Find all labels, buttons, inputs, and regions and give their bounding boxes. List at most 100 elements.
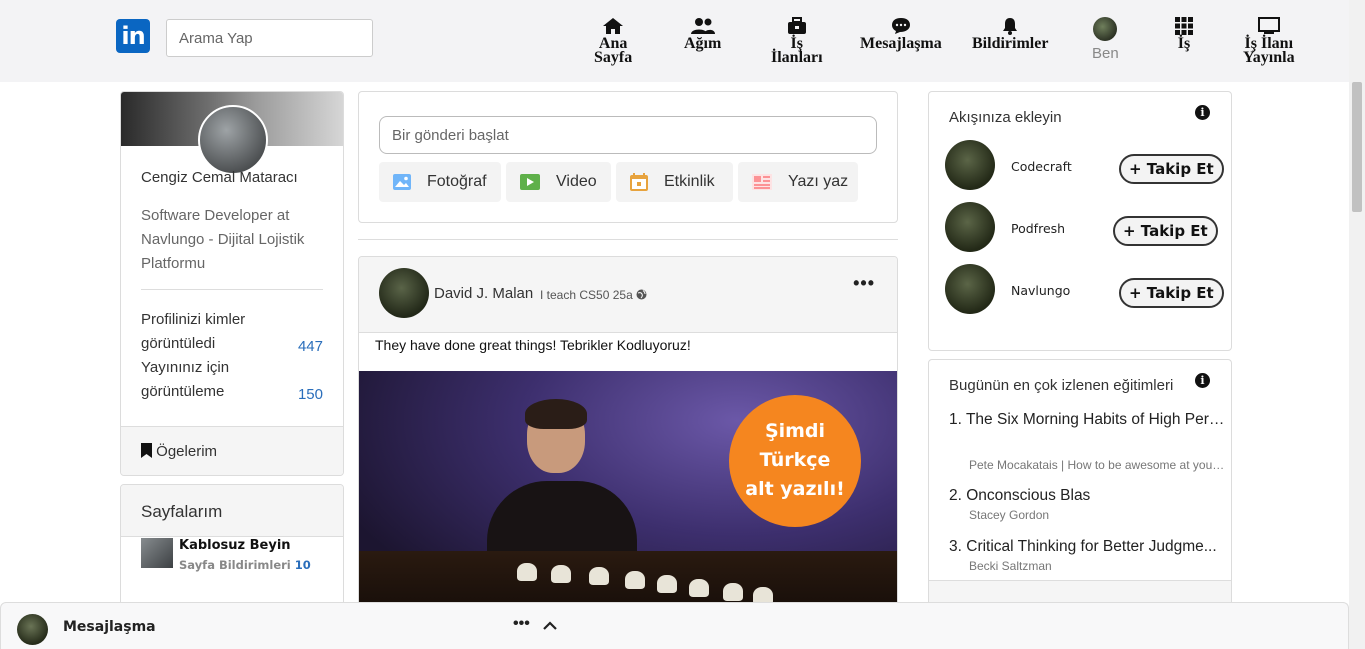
top-courses-card: Bugünün en çok izlenen eğitimleri i 1. T… [928, 359, 1232, 619]
nav-work-label: İş [1177, 35, 1191, 52]
info-icon[interactable]: i [1195, 373, 1210, 388]
course-title[interactable]: 3. Critical Thinking for Better Judgme..… [949, 535, 1225, 559]
video-icon [520, 174, 540, 190]
post-header: David J. Malan I teach CS50 25a ••• [359, 257, 897, 333]
post-image[interactable]: Şimdi Türkçe alt yazılı! [359, 371, 897, 615]
messaging-avatar [17, 614, 48, 645]
share-event-button[interactable]: Etkinlik [616, 162, 733, 202]
suggestion-avatar[interactable] [945, 264, 995, 314]
nav-messaging[interactable]: Mesajlaşma [860, 17, 942, 52]
nav-post-job-label-2: Yayınla [1243, 49, 1295, 66]
course-number: 3. [949, 538, 962, 555]
stat-profile-views-value[interactable]: 447 [298, 338, 323, 355]
suggestion-avatar[interactable] [945, 140, 995, 190]
course-number: 2. [949, 487, 962, 504]
briefcase-icon [787, 17, 806, 34]
post-text: They have done great things! Tebrikler K… [375, 337, 691, 353]
course-author: Becki Saltzman [969, 559, 1052, 573]
stat-profile-views-label[interactable]: Profilinizi kimler görüntüledi [141, 308, 281, 356]
badge-line-1: Şimdi [764, 420, 826, 442]
users-icon [690, 18, 715, 34]
bell-icon [1003, 18, 1018, 35]
globe-icon [636, 289, 647, 300]
nav-work[interactable]: İş [1175, 17, 1193, 52]
post-author-name[interactable]: David J. Malan [434, 285, 533, 302]
page-name[interactable]: Kablosuz Beyin [179, 538, 291, 553]
course-title-text: The Six Morning Habits of High Perf... [965, 411, 1225, 428]
profile-card: Cengiz Cemal Mataracı Software Developer… [120, 91, 344, 476]
stat-post-views-label[interactable]: Yayınınız için görüntüleme [141, 356, 281, 404]
messaging-options-button[interactable]: ••• [513, 615, 530, 633]
nav-home[interactable]: Ana Sayfa [594, 17, 633, 66]
start-post-input[interactable] [379, 116, 877, 154]
course-title[interactable]: 1. The Six Morning Habits of High Perf..… [949, 408, 1225, 432]
suggestion-avatar[interactable] [945, 202, 995, 252]
my-items-link[interactable]: Ögelerim [121, 426, 343, 475]
image-bulb [625, 571, 645, 589]
course-title[interactable]: 2. Onconscious Blas [949, 484, 1225, 508]
my-pages-title: Sayfalarım [121, 485, 343, 537]
profile-name[interactable]: Cengiz Cemal Mataracı [141, 169, 298, 186]
image-person-hair [525, 399, 587, 429]
add-to-feed-title: Akışınıza ekleyin [949, 109, 1062, 126]
image-bulb [517, 563, 537, 581]
course-title-text: Onconscious Blas [966, 487, 1091, 504]
suggestion-name[interactable]: Codecraft [1011, 159, 1072, 174]
linkedin-logo[interactable]: in [116, 19, 150, 53]
share-photo-button[interactable]: Fotoğraf [379, 162, 501, 202]
top-navigation-bar: in Ana Sayfa Ağım İş İlanları Mesajlaşma… [0, 0, 1349, 82]
share-article-button[interactable]: Yazı yaz [738, 162, 858, 202]
scrollbar-thumb[interactable] [1352, 82, 1362, 212]
nav-me-label: Ben [1092, 45, 1119, 62]
page-notifications-label: Sayfa Bildirimleri [179, 558, 291, 572]
profile-divider [141, 289, 323, 290]
suggestion-name[interactable]: Navlungo [1011, 283, 1070, 298]
nav-post-job[interactable]: İş İlanı Yayınla [1243, 17, 1295, 66]
nav-me[interactable]: Ben [1092, 17, 1119, 61]
grid-icon [1175, 17, 1193, 35]
info-icon[interactable]: i [1195, 105, 1210, 120]
share-video-button[interactable]: Video [506, 162, 611, 202]
page-scrollbar[interactable] [1349, 0, 1365, 649]
post-author-avatar[interactable] [379, 268, 429, 318]
course-item[interactable]: 2. Onconscious Blas Stacey Gordon [949, 484, 1229, 522]
profile-avatar[interactable] [198, 105, 268, 175]
nav-notifications-label: Bildirimler [972, 35, 1049, 52]
image-bulb [657, 575, 677, 593]
top-courses-title: Bugünün en çok izlenen eğitimleri [949, 377, 1174, 394]
messaging-title[interactable]: Mesajlaşma [63, 619, 156, 635]
page-notifications[interactable]: Sayfa Bildirimleri 10 [179, 558, 311, 572]
share-photo-label: Fotoğraf [427, 173, 487, 190]
badge-line-2: Türkçe [759, 449, 831, 471]
chevron-up-icon[interactable] [543, 621, 557, 630]
image-bulb [589, 567, 609, 585]
profile-headline: Software Developer at Navlungo - Dijital… [141, 207, 305, 272]
nav-network-label: Ağım [684, 35, 722, 52]
share-box: Fotoğraf Video Etkinlik Yazı yaz [358, 91, 898, 223]
feed-post: David J. Malan I teach CS50 25a ••• They… [358, 256, 898, 616]
post-options-button[interactable]: ••• [853, 273, 875, 294]
follow-button[interactable]: + Takip Et [1119, 278, 1224, 308]
image-bulb [723, 583, 743, 601]
search-input[interactable] [166, 19, 373, 57]
messaging-dock[interactable]: Mesajlaşma ••• [0, 602, 1349, 649]
nav-jobs[interactable]: İş İlanları [771, 17, 823, 66]
nav-notifications[interactable]: Bildirimler [972, 17, 1049, 52]
nav-home-label-2: Sayfa [594, 49, 633, 66]
follow-button[interactable]: + Takip Et [1113, 216, 1218, 246]
nav-network[interactable]: Ağım [684, 17, 722, 52]
course-author: Stacey Gordon [969, 508, 1050, 522]
feed-divider [358, 239, 898, 240]
course-number: 1. [949, 411, 962, 428]
follow-button[interactable]: + Takip Et [1119, 154, 1224, 184]
stat-post-views-value[interactable]: 150 [298, 386, 323, 403]
calendar-icon [630, 173, 648, 191]
suggestion-name[interactable]: Podfresh [1011, 221, 1065, 236]
course-item[interactable]: 1. The Six Morning Habits of High Perf..… [949, 408, 1229, 432]
post-author-meta: I teach CS50 25a [540, 288, 647, 302]
course-item[interactable]: 3. Critical Thinking for Better Judgme..… [949, 535, 1229, 573]
my-pages-card: Sayfalarım Kablosuz Beyin Sayfa Bildirim… [120, 484, 344, 614]
share-video-label: Video [556, 173, 597, 190]
share-article-label: Yazı yaz [788, 173, 849, 190]
page-thumbnail [141, 538, 173, 568]
